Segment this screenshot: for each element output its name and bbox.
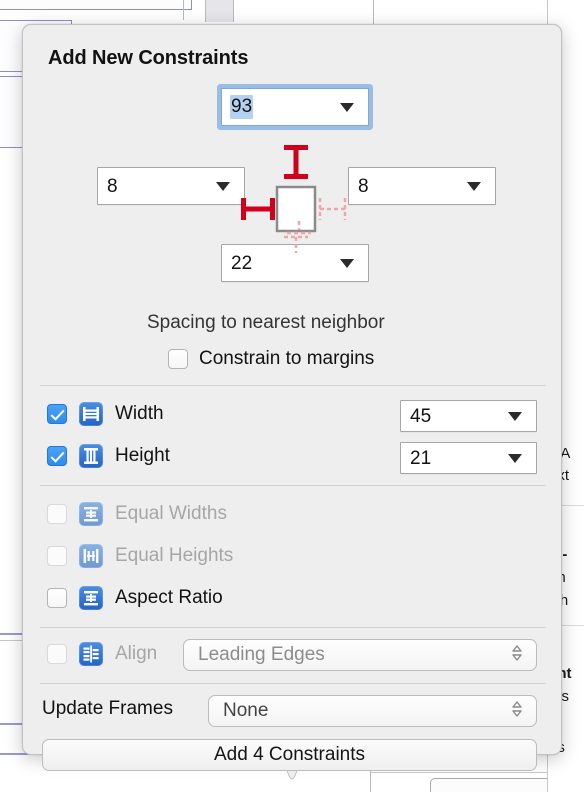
separator-4: [40, 683, 546, 684]
bg-gutter-fill: [206, 0, 233, 22]
equal-widths-icon: [79, 502, 103, 526]
align-chevron-updown-icon: [511, 644, 523, 667]
height-constraint-icon: [79, 444, 103, 468]
bg-divider-c: [233, 0, 234, 22]
align-option-value: Leading Edges: [198, 644, 325, 665]
bg-divider-d: [373, 0, 374, 24]
width-label: Width: [115, 403, 164, 424]
aspect-ratio-icon: [79, 586, 103, 610]
aspect-ratio-checkbox[interactable]: [47, 588, 67, 608]
top-spacing-caret-icon[interactable]: [340, 102, 354, 112]
add-constraints-button-label: Add 4 Constraints: [213, 744, 366, 765]
align-icon: [79, 642, 103, 666]
equal-heights-label: Equal Heights: [115, 545, 234, 566]
bottom-spacing-caret-icon[interactable]: [340, 258, 354, 268]
width-value: 45: [410, 405, 432, 427]
update-frames-value: None: [223, 700, 269, 721]
bg-divider-a: [183, 0, 184, 20]
height-value-combo[interactable]: 21: [400, 442, 537, 474]
trailing-spacing-combo[interactable]: 8: [348, 167, 496, 205]
bottom-spacing-value: 22: [231, 252, 253, 274]
align-label: Align: [115, 643, 158, 664]
bg-ib-panel-top: [0, 0, 192, 10]
update-frames-chevron-updown-icon: [511, 700, 523, 723]
equal-widths-label: Equal Widths: [115, 503, 227, 524]
width-caret-icon[interactable]: [508, 411, 522, 421]
popover-title: Add New Constraints: [48, 47, 249, 69]
separator-2: [40, 485, 546, 486]
height-checkbox[interactable]: [47, 446, 67, 466]
trailing-spacing-caret-icon[interactable]: [467, 181, 481, 191]
equal-widths-checkbox[interactable]: [47, 504, 67, 524]
width-value-combo[interactable]: 45: [400, 400, 537, 432]
constrain-to-margins-label: Constrain to margins: [199, 348, 375, 369]
leading-spacing-value: 8: [107, 175, 118, 197]
equal-heights-icon: [79, 544, 103, 568]
height-value: 21: [410, 447, 432, 469]
trailing-spacing-value: 8: [358, 175, 369, 197]
aspect-ratio-label: Aspect Ratio: [115, 587, 223, 608]
add-new-constraints-popover: Add New Constraints 93 8 8 22 Spacing to…: [22, 24, 562, 780]
leading-edge-indicator: [241, 198, 275, 220]
separator-1: [40, 385, 546, 386]
top-spacing-combo[interactable]: 93: [221, 88, 369, 126]
trailing-edge-indicator: [318, 198, 347, 220]
height-label: Height: [115, 445, 170, 466]
update-frames-label: Update Frames: [42, 698, 173, 719]
leading-spacing-caret-icon[interactable]: [216, 181, 230, 191]
height-caret-icon[interactable]: [508, 453, 522, 463]
constrain-to-margins-checkbox[interactable]: [168, 349, 188, 369]
separator-3: [40, 627, 546, 628]
align-checkbox[interactable]: [47, 644, 67, 664]
leading-spacing-combo[interactable]: 8: [97, 167, 245, 205]
spacing-caption: Spacing to nearest neighbor: [147, 312, 385, 333]
top-edge-indicator: [284, 145, 308, 179]
top-spacing-value: 93: [230, 95, 254, 119]
equal-heights-checkbox[interactable]: [47, 546, 67, 566]
bottom-edge-tail: [286, 221, 312, 243]
width-constraint-icon: [79, 402, 103, 426]
add-constraints-button[interactable]: Add 4 Constraints: [42, 739, 537, 771]
align-option-popup[interactable]: Leading Edges: [183, 639, 537, 671]
update-frames-popup[interactable]: None: [208, 695, 537, 727]
width-checkbox[interactable]: [47, 404, 67, 424]
screen: - A ext n - an wh ent e s ns Add New Con…: [0, 0, 584, 792]
